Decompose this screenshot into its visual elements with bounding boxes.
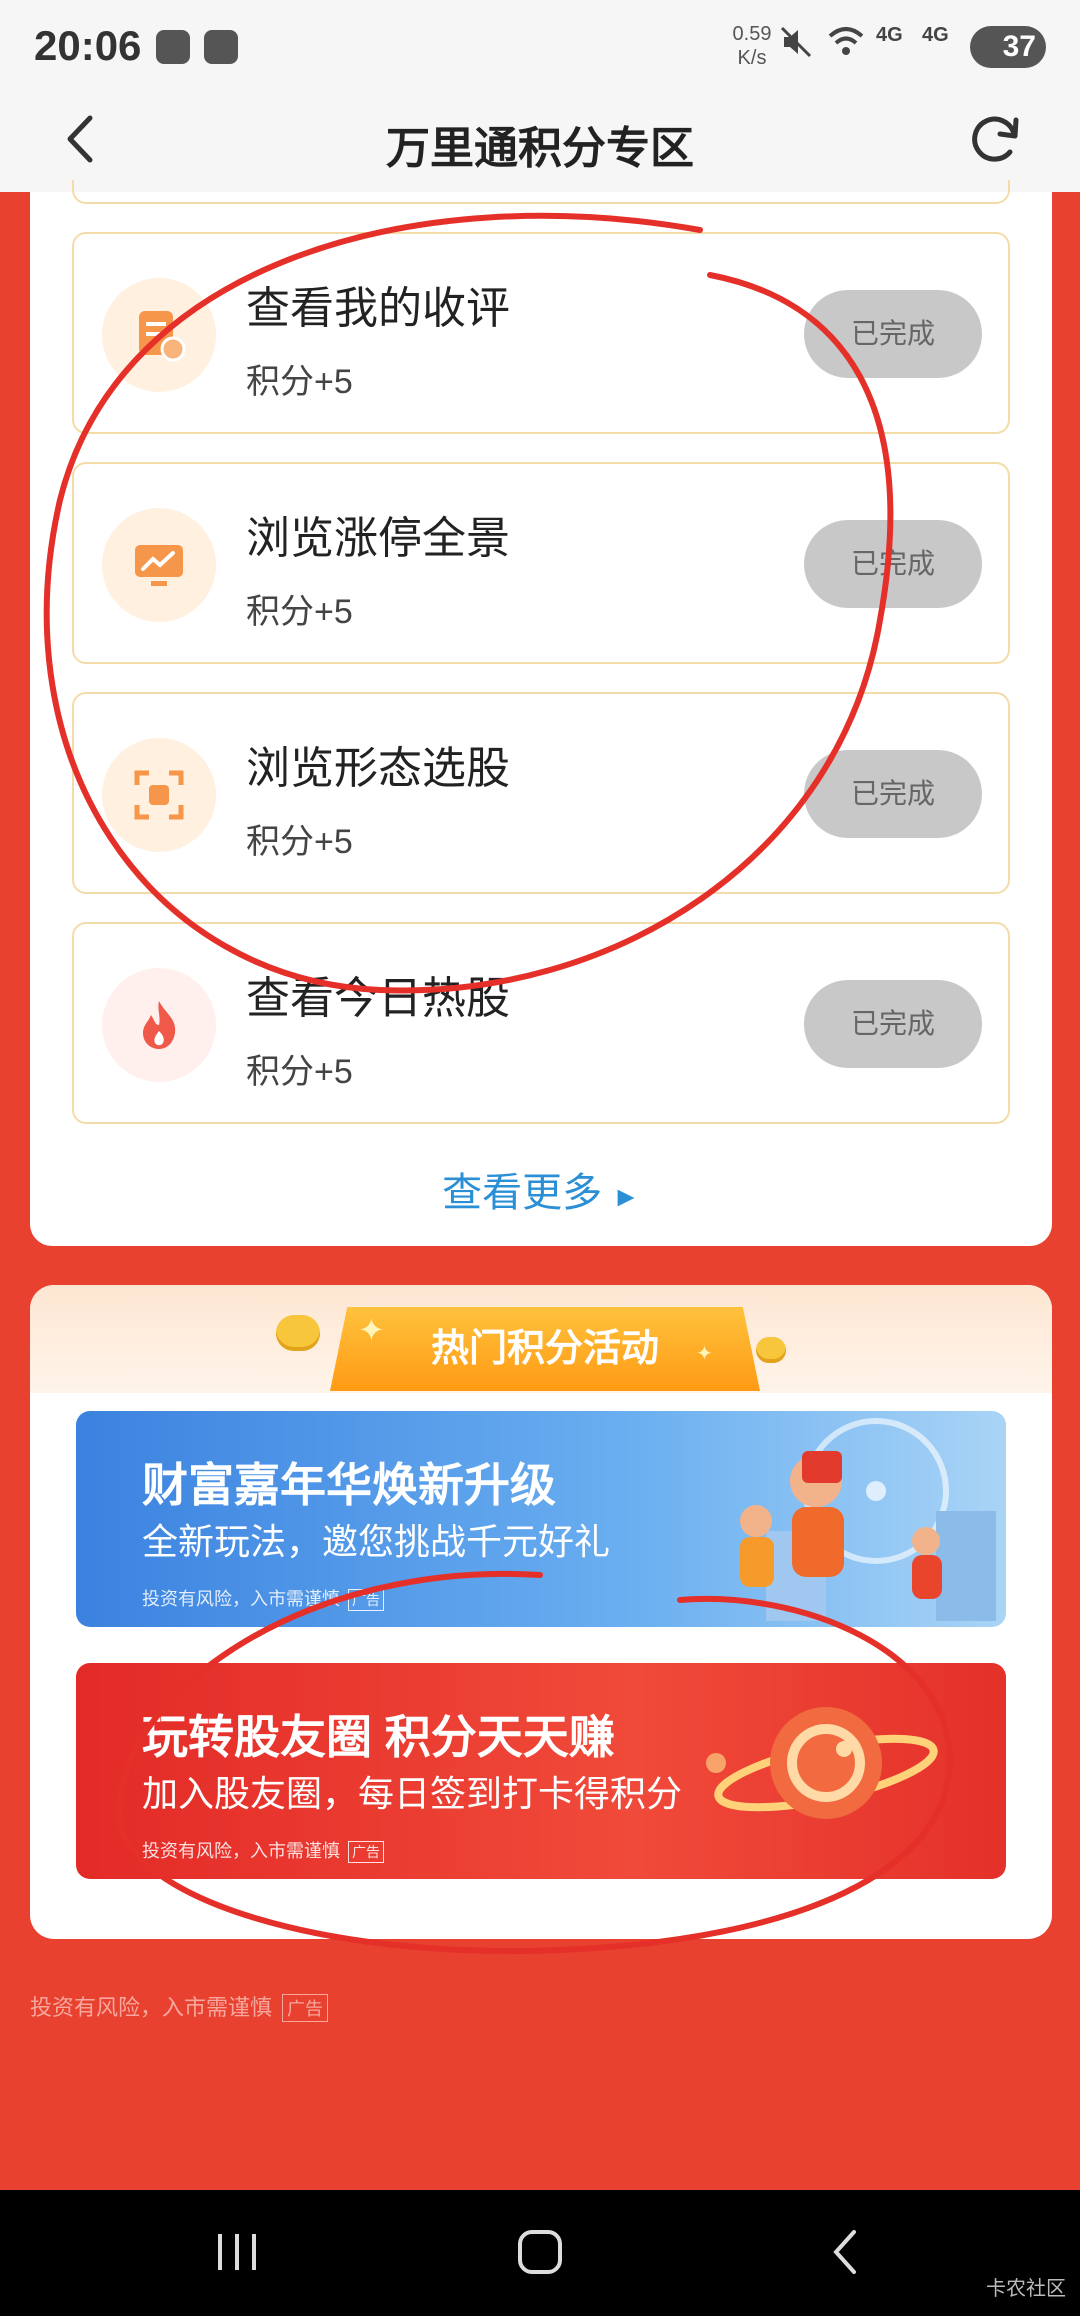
coin-icon [276,1315,320,1351]
stock-circle-banner[interactable]: 玩转股友圈 积分天天赚 加入股友圈，每日签到打卡得积分 投资有风险，入市需谨慎广… [76,1663,1006,1879]
coin-icon [756,1337,786,1363]
signal-4g-icon-1: 4G [876,24,903,46]
task-points: 积分+5 [246,823,353,861]
task-done-button[interactable]: 已完成 [804,290,982,378]
chart-monitor-icon [102,508,216,622]
previous-task-stub [72,180,1010,204]
task-item: 浏览涨停全景 积分+5 已完成 [72,462,1010,664]
net-speed-value: 0.59 [732,23,772,45]
watermark: 卡农社区 [986,2278,1066,2300]
ferris-wheel-illustration [740,1418,996,1621]
task-done-button[interactable]: 已完成 [804,520,982,608]
mute-icon [778,24,814,69]
banner-title: 玩转股友圈 积分天天赚 [142,1711,615,1763]
system-nav-bar [0,2190,1080,2316]
view-more-label: 查看更多 [442,1171,603,1215]
banner-subtitle: 加入股友圈，每日签到打卡得积分 [142,1773,683,1814]
home-button[interactable] [514,2224,566,2280]
planet-logo-illustration [706,1707,938,1819]
banner-risk-note: 投资有风险，入市需谨慎 广告 [142,1837,384,1863]
carnival-banner[interactable]: 财富嘉年华焕新升级 全新玩法，邀您挑战千元好礼 投资有风险，入市需谨慎 广告 [76,1411,1006,1627]
banner-risk-note: 投资有风险，入市需谨慎 广告 [142,1585,384,1611]
task-item: 浏览形态选股 积分+5 已完成 [72,692,1010,894]
top-bar: 20:06 0.59 K/s 4G 4G 37 万里通积分专区 [0,0,1080,192]
net-speed-unit: K/s [737,47,767,69]
sparkle-icon: ✦ [696,1343,713,1365]
ad-tag: 广告 [282,1994,329,2022]
task-done-button[interactable]: 已完成 [804,750,982,838]
wifi-icon [826,24,866,69]
task-name: 查看今日热股 [246,974,510,1023]
task-name: 浏览形态选股 [246,744,510,793]
system-back-button[interactable] [824,2224,864,2280]
footer-risk-note: 投资有风险，入市需谨慎 广告 [30,1990,329,2022]
ad-tag: 广告 [348,1589,384,1611]
task-points: 积分+5 [246,593,353,631]
status-time: 20:06 [34,22,142,69]
activity-card: 热门积分活动 ✦ ✦ 财富嘉年华焕新升级 全新玩法，邀您挑战千元好礼 投资有风险… [30,1285,1052,1939]
task-points: 积分+5 [246,1053,353,1091]
refresh-icon [972,116,1019,162]
activity-header: 热门积分活动 ✦ ✦ [30,1285,1052,1393]
banner-subtitle: 全新玩法，邀您挑战千元好礼 [142,1521,611,1562]
sparkle-icon: ✦ [358,1312,385,1348]
screenshot-indicator-icon [156,30,190,64]
task-name: 查看我的收评 [246,284,510,333]
footer-risk-text: 投资有风险，入市需谨慎 [30,1995,273,2020]
flame-icon [102,968,216,1082]
task-name: 浏览涨停全景 [246,514,510,563]
refresh-button[interactable] [960,104,1030,174]
status-bar: 20:06 0.59 K/s 4G 4G 37 [0,0,1080,92]
play-arrow-icon: ► [612,1181,640,1212]
task-points: 积分+5 [246,363,353,401]
recent-apps-button[interactable] [214,2224,260,2280]
task-card: 查看我的收评 积分+5 已完成 浏览涨停全景 积分+5 已完成 浏览形态选股 积… [30,180,1052,1246]
signal-4g-icon-2: 4G [922,24,949,46]
document-icon [102,278,216,392]
ad-tag: 广告 [348,1841,384,1863]
battery-indicator: 37 [970,26,1046,68]
scan-frame-icon [102,738,216,852]
banner-title: 财富嘉年华焕新升级 [142,1459,556,1511]
net-speed: 0.59 K/s [722,22,782,70]
nav-header: 万里通积分专区 [0,92,1080,192]
view-more-link[interactable]: 查看更多 ► [30,1160,1052,1218]
notification-icon [204,30,238,64]
page-title: 万里通积分专区 [386,124,694,173]
task-done-button[interactable]: 已完成 [804,980,982,1068]
task-item: 查看今日热股 积分+5 已完成 [72,922,1010,1124]
task-item: 查看我的收评 积分+5 已完成 [72,232,1010,434]
